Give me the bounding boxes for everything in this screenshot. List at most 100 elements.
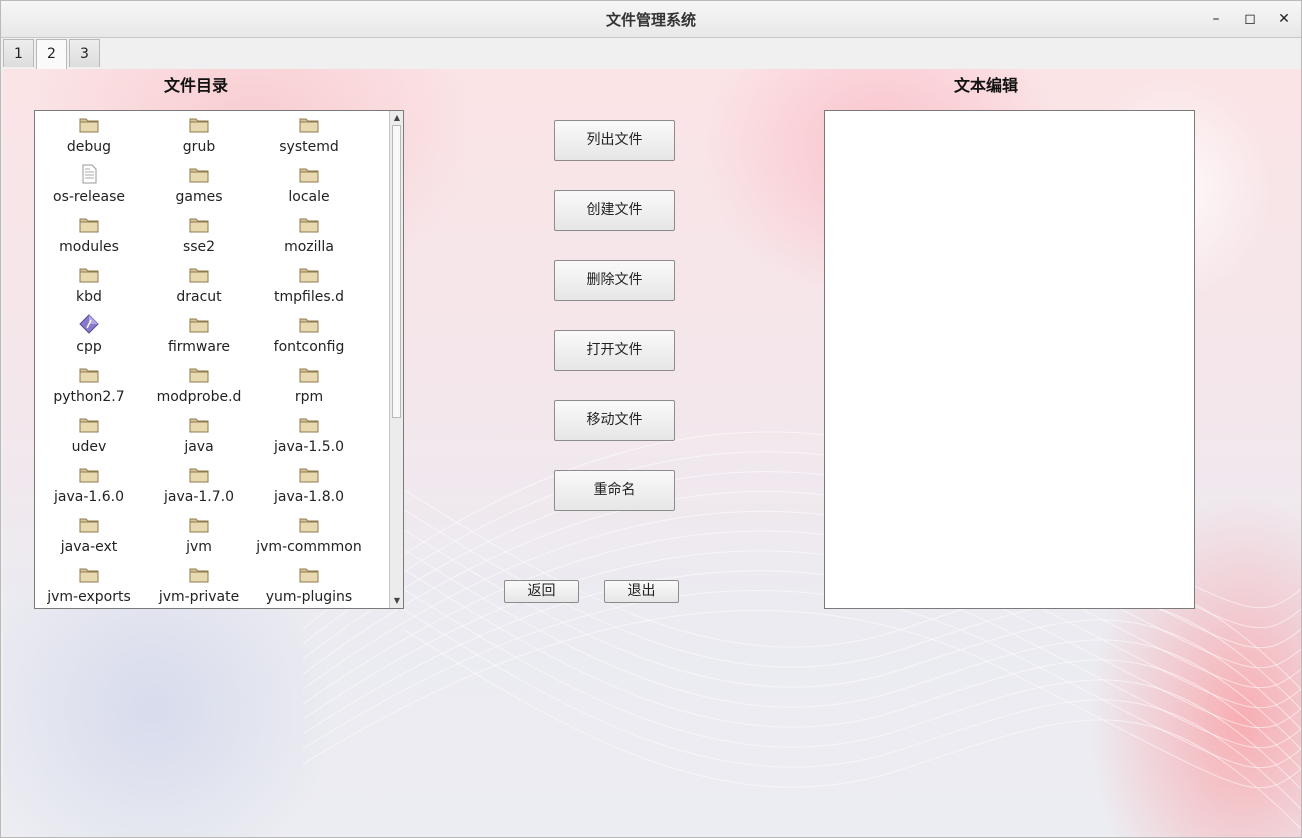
file-item[interactable]: mozilla xyxy=(254,211,364,261)
file-item[interactable]: jvm-commmon xyxy=(254,511,364,561)
close-icon[interactable]: ✕ xyxy=(1275,10,1293,28)
file-item-label: modprobe.d xyxy=(156,389,242,405)
maximize-icon[interactable]: ◻ xyxy=(1241,10,1259,28)
file-item-label: jvm-exports xyxy=(47,589,131,605)
file-item[interactable]: os-release xyxy=(35,161,144,211)
file-item[interactable]: java-1.5.0 xyxy=(254,411,364,461)
open-file-button[interactable]: 打开文件 xyxy=(554,330,675,371)
minimize-icon[interactable]: – xyxy=(1207,10,1225,28)
file-item[interactable]: jvm-exports xyxy=(35,561,144,608)
file-item[interactable]: games xyxy=(144,161,254,211)
folder-icon xyxy=(79,564,99,584)
file-list[interactable]: debug grub systemd os-release games locale mod… xyxy=(34,110,404,609)
executable-icon xyxy=(79,314,99,334)
folder-icon xyxy=(189,564,209,584)
file-item[interactable]: tmpfiles.d xyxy=(254,261,364,311)
file-item[interactable]: systemd xyxy=(254,111,364,161)
file-item-label: jvm-commmon xyxy=(256,539,362,555)
file-item[interactable]: rpm xyxy=(254,361,364,411)
folder-icon xyxy=(79,114,99,134)
folder-icon xyxy=(299,364,319,384)
file-item-label: java-1.5.0 xyxy=(273,439,344,455)
file-item[interactable]: fontconfig xyxy=(254,311,364,361)
file-item-label: rpm xyxy=(294,389,324,405)
folder-icon xyxy=(79,514,99,534)
folder-icon xyxy=(299,514,319,534)
file-item[interactable]: grub xyxy=(144,111,254,161)
move-file-button[interactable]: 移动文件 xyxy=(554,400,675,441)
tab-1[interactable]: 1 xyxy=(3,39,34,67)
tab-3[interactable]: 3 xyxy=(69,39,100,67)
file-item-label: jvm-private xyxy=(158,589,240,605)
folder-icon xyxy=(79,464,99,484)
exit-button[interactable]: 退出 xyxy=(604,580,679,603)
file-item[interactable]: java-1.7.0 xyxy=(144,461,254,511)
folder-icon xyxy=(299,114,319,134)
folder-icon xyxy=(189,264,209,284)
file-list-scrollbar[interactable]: ▲ ▼ xyxy=(389,111,403,608)
file-item[interactable]: modules xyxy=(35,211,144,261)
window-title: 文件管理系统 xyxy=(605,11,696,29)
create-file-button[interactable]: 创建文件 xyxy=(554,190,675,231)
text-editor[interactable] xyxy=(824,110,1195,609)
folder-icon xyxy=(299,314,319,334)
file-item-label: jvm xyxy=(186,539,212,555)
tab-content: 文件目录 文本编辑 debug grub systemd os-release game… xyxy=(3,69,1301,837)
list-files-button[interactable]: 列出文件 xyxy=(554,120,675,161)
file-item[interactable]: java-1.6.0 xyxy=(35,461,144,511)
title-bar[interactable]: 文件管理系统 – ◻ ✕ xyxy=(1,1,1301,38)
file-item-label: java xyxy=(184,439,214,455)
file-item[interactable]: java-1.8.0 xyxy=(254,461,364,511)
tab-2[interactable]: 2 xyxy=(36,39,67,70)
file-item-label: cpp xyxy=(76,339,102,355)
file-item-label: java-1.6.0 xyxy=(53,489,124,505)
file-item-label: udev xyxy=(71,439,107,455)
file-item-label: locale xyxy=(288,189,330,205)
folder-icon xyxy=(299,214,319,234)
folder-icon xyxy=(79,214,99,234)
file-item[interactable]: jvm xyxy=(144,511,254,561)
file-item-label: games xyxy=(175,189,223,205)
file-item-label: sse2 xyxy=(182,239,216,255)
delete-file-button[interactable]: 删除文件 xyxy=(554,260,675,301)
file-item[interactable]: dracut xyxy=(144,261,254,311)
file-item[interactable]: udev xyxy=(35,411,144,461)
scroll-thumb[interactable] xyxy=(392,125,401,418)
folder-icon xyxy=(79,414,99,434)
file-item[interactable]: yum-plugins xyxy=(254,561,364,608)
file-item[interactable]: python2.7 xyxy=(35,361,144,411)
file-item-label: yum-plugins xyxy=(265,589,353,605)
file-item-label: python2.7 xyxy=(53,389,125,405)
back-button[interactable]: 返回 xyxy=(504,580,579,603)
file-item-label: kbd xyxy=(76,289,102,305)
folder-icon xyxy=(79,264,99,284)
file-item[interactable]: sse2 xyxy=(144,211,254,261)
folder-icon xyxy=(299,564,319,584)
folder-icon xyxy=(299,414,319,434)
scroll-down-icon[interactable]: ▼ xyxy=(391,595,403,607)
file-item[interactable]: locale xyxy=(254,161,364,211)
file-item-label: firmware xyxy=(167,339,231,355)
file-item[interactable]: kbd xyxy=(35,261,144,311)
file-item[interactable]: modprobe.d xyxy=(144,361,254,411)
file-item[interactable]: jvm-private xyxy=(144,561,254,608)
folder-icon xyxy=(189,464,209,484)
file-item-label: mozilla xyxy=(284,239,334,255)
rename-button[interactable]: 重命名 xyxy=(554,470,675,511)
file-item-label: tmpfiles.d xyxy=(274,289,344,305)
file-item-label: java-1.7.0 xyxy=(163,489,234,505)
folder-icon xyxy=(189,314,209,334)
text-edit-heading: 文本编辑 xyxy=(954,76,1019,95)
file-item[interactable]: debug xyxy=(35,111,144,161)
file-item-label: modules xyxy=(59,239,119,255)
text-file-icon xyxy=(79,164,99,184)
file-item[interactable]: cpp xyxy=(35,311,144,361)
file-directory-heading: 文件目录 xyxy=(164,76,229,95)
file-item-label: dracut xyxy=(176,289,222,305)
folder-icon xyxy=(299,464,319,484)
file-item[interactable]: java-ext xyxy=(35,511,144,561)
file-item[interactable]: firmware xyxy=(144,311,254,361)
file-item[interactable]: java xyxy=(144,411,254,461)
folder-icon xyxy=(79,364,99,384)
scroll-up-icon[interactable]: ▲ xyxy=(391,112,403,124)
